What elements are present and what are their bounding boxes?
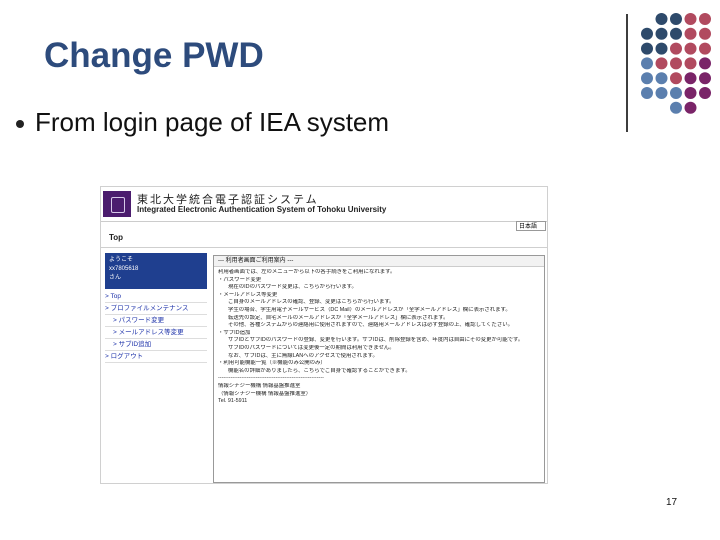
sidebar-item-password-change[interactable]: > パスワード変更 (105, 315, 207, 327)
guide-line: なお、サブIDは、主に無線LANへのアクセスで使用されます。 (228, 352, 378, 359)
decorative-dot (684, 87, 697, 99)
sidebar-item-email-change[interactable]: > メールアドレス等変更 (105, 327, 207, 339)
decorative-dot (670, 42, 682, 55)
decorative-dot (699, 57, 711, 70)
decorative-dot (655, 13, 668, 25)
guide-body: 利用者画面では、左のメニューから以下の各手続きをご利用になれます。 ・パスワード変… (214, 267, 544, 408)
sidebar-item-profile-maintenance[interactable]: > プロファイルメンテナンス (105, 303, 207, 315)
page-number: 17 (666, 497, 678, 508)
guide-panel: --- 利用者画面ご利用案内 --- 利用者画面では、左のメニューから以下の各手… (213, 255, 545, 483)
guide-line: 転送先の設定、自宅メールのメールアドレスが「全学メールアドレス」欄に表示されます… (228, 314, 449, 321)
decorative-dot (641, 27, 653, 40)
guide-line: ご自身のメールアドレスの確認、登録、変更はこちらから行います。 (228, 299, 395, 306)
decorative-dot (684, 57, 697, 70)
guide-line: ・サブID追加 (218, 329, 251, 336)
vertical-divider (626, 14, 628, 132)
decorative-dot (670, 101, 682, 114)
guide-line: ・利用可能機能一覧（※機能のみ公開のみ） (218, 360, 326, 367)
decorative-dot (641, 42, 653, 55)
decorative-dot (684, 13, 697, 25)
decorative-dot (670, 72, 682, 85)
sidebar-item-top[interactable]: > Top (105, 291, 207, 303)
guide-line: ----------------------------------------… (218, 375, 324, 382)
sidebar-item-subid-add[interactable]: > サブID追加 (105, 339, 207, 351)
decorative-dot (670, 57, 682, 70)
decorative-dot (699, 13, 711, 25)
guide-line: 利用者画面では、左のメニューから以下の各手続きをご利用になれます。 (218, 269, 396, 275)
decorative-dot (655, 87, 668, 99)
decorative-dot (684, 27, 697, 40)
bullet-icon (16, 120, 24, 128)
guide-line: （情報シナジー機構 情報基盤推進室） (218, 390, 312, 397)
breadcrumb-divider (101, 247, 547, 248)
decorative-dot (699, 87, 711, 99)
guide-line: サブIDのパスワードについては変更後一定の期間は利用できません。 (228, 344, 395, 351)
guide-line: その他、各種システムからの連絡用に使用されますので、連絡用メールアドレスは必ず登… (228, 322, 514, 329)
user-greeting: ようこそ (109, 257, 134, 263)
system-header: 東北大学統合電子認証システム Integrated Electronic Aut… (101, 187, 547, 222)
guide-line: 学生の場合、学生用電子メールサービス（DC Mail）のメールアドレスが「全学メ… (228, 306, 511, 313)
sidebar-menu: > Top > プロファイルメンテナンス > パスワード変更 > メールアドレス… (105, 291, 207, 363)
slide-title: Change PWD (44, 36, 264, 75)
university-logo (103, 191, 131, 217)
guide-line: ・メールアドレス等変更 (218, 291, 278, 298)
decorative-dot (655, 27, 668, 40)
system-name-en: Integrated Electronic Authentication Sys… (137, 205, 387, 214)
user-info-box: ようこそ xx7805618 さん (105, 253, 207, 289)
sidebar: ようこそ xx7805618 さん > Top > プロファイルメンテナンス >… (105, 253, 207, 481)
guide-line: 機能名の詳細がありましたら、こちらでご自身で確認することができます。 (228, 367, 411, 374)
bullet-text: From login page of IEA system (35, 107, 390, 137)
decorative-dot (655, 72, 668, 85)
sidebar-item-logout[interactable]: > ログアウト (105, 351, 207, 363)
guide-line: 情報シナジー機構 情報基盤推進室 (218, 382, 301, 389)
decorative-dot (641, 87, 653, 99)
decorative-dot (699, 42, 711, 55)
decorative-dot (670, 27, 682, 40)
decorative-dot (641, 57, 653, 70)
decorative-dot-grid (641, 13, 711, 114)
language-select[interactable]: 日本語 (516, 221, 546, 231)
guide-line: ・パスワード変更 (218, 276, 262, 283)
decorative-dot (684, 42, 697, 55)
user-suffix: さん (109, 275, 122, 281)
guide-line: サブIDとサブIDのパスワードの登録、変更を行います。サブIDは、削除登録を含め… (228, 337, 524, 344)
decorative-dot (655, 42, 668, 55)
decorative-dot (699, 72, 711, 85)
decorative-dot (641, 72, 653, 85)
guide-line: 現在のIDのパスワード変更は、こちらから行います。 (228, 284, 357, 291)
guide-heading: --- 利用者画面ご利用案内 --- (214, 256, 544, 267)
embedded-screenshot: 東北大学統合電子認証システム Integrated Electronic Aut… (100, 186, 548, 484)
guide-line: Tel. 91-5911 (218, 398, 248, 405)
decorative-dot (684, 72, 697, 85)
decorative-dot (670, 13, 682, 25)
decorative-dot (699, 27, 711, 40)
decorative-dot (655, 57, 668, 70)
decorative-dot (670, 87, 682, 99)
user-id: xx7805618 (109, 266, 139, 272)
decorative-dot (684, 101, 697, 114)
breadcrumb: Top (109, 233, 124, 242)
